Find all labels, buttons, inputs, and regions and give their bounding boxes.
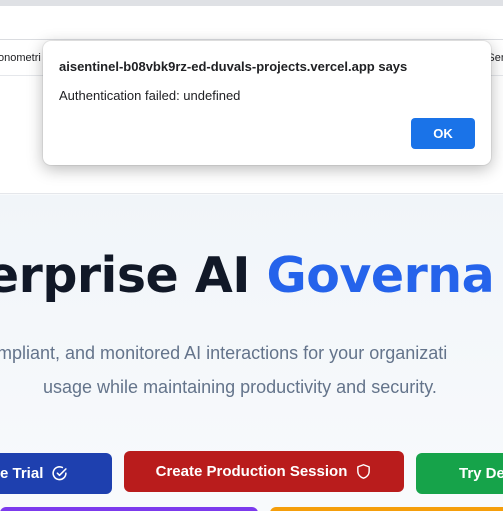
shield-icon [355,463,372,480]
hero-title: terprise AI Governa [0,247,495,304]
feature-card-top [0,507,258,511]
demo-button-label: Try De [459,465,503,482]
try-demo-button[interactable]: Try De [416,453,503,494]
create-production-session-button[interactable]: Create Production Session [124,451,404,492]
feature-card-top [270,507,503,511]
alert-dialog: aisentinel-b08vbk9rz-ed-duvals-projects.… [43,41,491,165]
hero-title-accent: Governa [266,247,495,304]
hero-subtitle-line2: usage while maintaining productivity and… [43,377,437,397]
ok-button[interactable]: OK [411,118,475,149]
start-trial-button[interactable]: e Trial [0,453,112,494]
hero-section: terprise AI Governa mpliant, and monitor… [0,195,503,511]
bookmark-item[interactable]: onometri [0,52,41,64]
hero-title-prefix: terprise AI [0,247,250,304]
trial-button-label: e Trial [0,465,44,482]
production-button-label: Create Production Session [155,463,348,480]
dialog-title: aisentinel-b08vbk9rz-ed-duvals-projects.… [59,59,408,74]
dialog-message: Authentication failed: undefined [59,88,241,103]
address-bar[interactable] [0,6,503,40]
hero-subtitle-line1: mpliant, and monitored AI interactions f… [0,343,448,363]
check-circle-icon [51,465,68,482]
